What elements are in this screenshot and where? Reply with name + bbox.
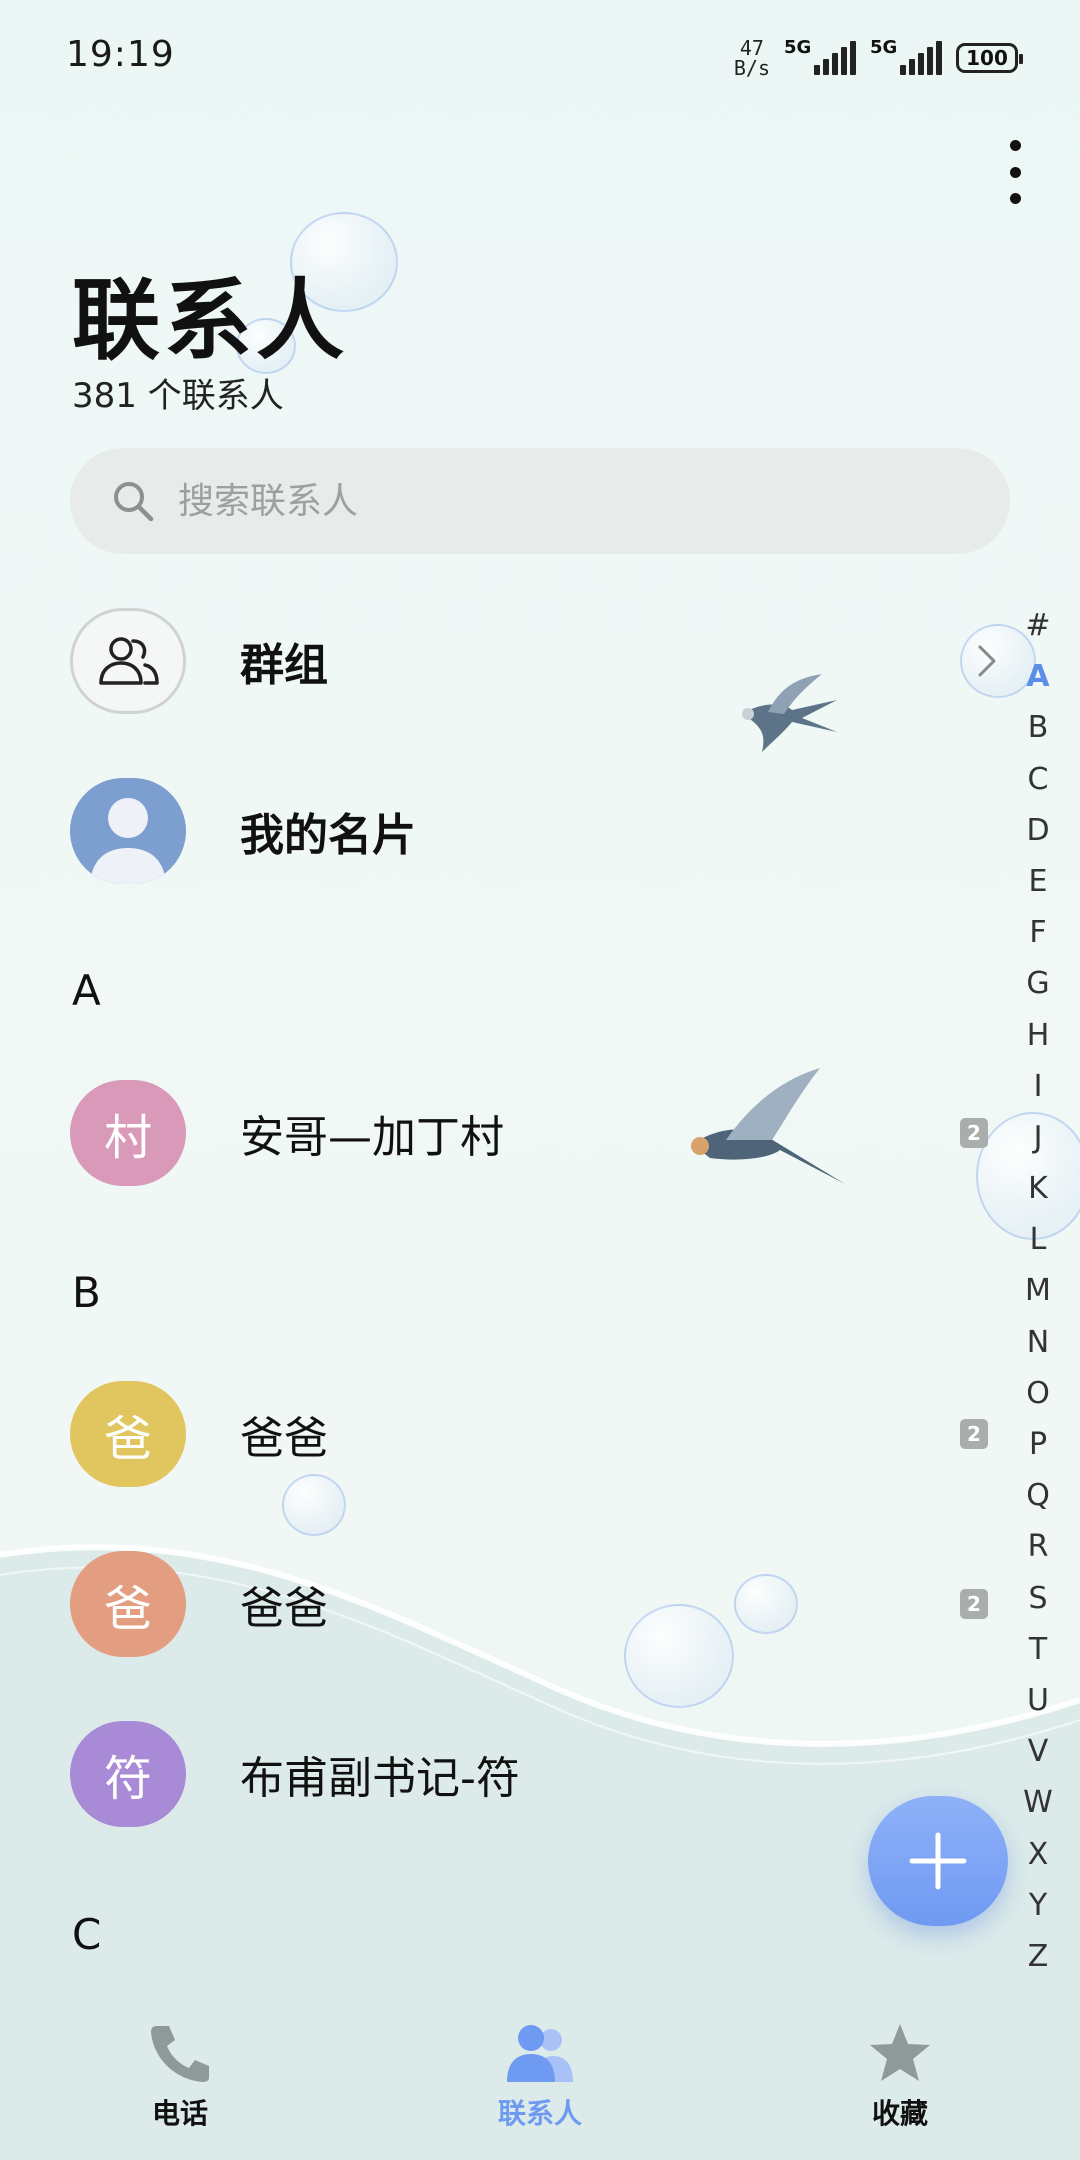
contact-row[interactable]: 爸 爸爸 — [0, 1369, 1010, 1499]
section-header-b: B — [72, 1268, 101, 1317]
groups-row[interactable]: 群组 — [0, 596, 1010, 726]
contact-name: 爸爸 — [240, 1583, 328, 1634]
index-letter[interactable]: N — [1027, 1317, 1049, 1368]
phone-icon — [151, 2026, 209, 2082]
index-letter[interactable]: G — [1026, 958, 1049, 1009]
sim-badge: 2 — [960, 1419, 988, 1449]
my-card-label: 我的名片 — [240, 810, 416, 861]
section-header-c: C — [72, 1910, 102, 1959]
section-header-a: A — [72, 966, 101, 1015]
index-letter[interactable]: U — [1027, 1675, 1049, 1726]
star-icon — [870, 2024, 930, 2081]
my-card-row[interactable]: 我的名片 — [0, 766, 1010, 896]
contact-row[interactable]: 村 安哥—加丁村 — [0, 1068, 1010, 1198]
search-icon — [114, 482, 154, 522]
tab-contacts[interactable]: 联系人 — [360, 2000, 720, 2160]
tab-favorites[interactable]: 收藏 — [720, 2000, 1080, 2160]
index-letter[interactable]: M — [1025, 1265, 1051, 1316]
index-letter[interactable]: V — [1028, 1726, 1049, 1777]
search-input[interactable] — [176, 479, 940, 523]
tab-favorites-label: 收藏 — [871, 2097, 928, 2130]
plus-icon — [909, 1832, 967, 1890]
index-letter[interactable]: D — [1026, 805, 1049, 856]
groups-label: 群组 — [240, 640, 328, 691]
index-letter[interactable]: R — [1028, 1521, 1049, 1572]
sim-badge: 2 — [960, 1589, 988, 1619]
status-icons: 47 B/s 5G 5G 100 — [733, 36, 1023, 80]
network-speed: 47 B/s — [733, 36, 770, 80]
index-letter[interactable]: F — [1029, 907, 1046, 958]
index-letter[interactable]: # — [1025, 600, 1050, 651]
index-letter[interactable]: X — [1028, 1829, 1049, 1880]
person-icon — [70, 778, 186, 884]
group-icon — [70, 608, 186, 714]
status-time: 19:19 — [66, 34, 175, 75]
tab-phone[interactable]: 电话 — [0, 2000, 360, 2160]
contact-avatar: 符 — [70, 1721, 186, 1827]
search-bar[interactable] — [70, 448, 1010, 554]
sim2-signal-icon: 5G — [870, 37, 942, 75]
page-title: 联系人 — [72, 269, 349, 372]
index-letter[interactable]: T — [1029, 1624, 1047, 1675]
index-letter[interactable]: Q — [1026, 1470, 1050, 1521]
tab-phone-label: 电话 — [151, 2097, 208, 2130]
index-letter[interactable]: J — [1034, 1112, 1043, 1163]
index-letter[interactable]: S — [1028, 1573, 1047, 1624]
index-letter[interactable]: O — [1026, 1368, 1050, 1419]
battery-icon: 100 — [956, 43, 1023, 73]
alphabet-index[interactable]: # A B C D E F G H I J K L M N O P Q R S T U V W X Y Z — [1008, 600, 1068, 1982]
index-letter[interactable]: K — [1028, 1163, 1048, 1214]
contact-count: 381 个联系人 — [72, 376, 284, 416]
bottom-navigation: 电话 联系人 收藏 — [0, 2000, 1080, 2160]
index-letter[interactable]: H — [1027, 1010, 1050, 1061]
index-letter[interactable]: B — [1028, 702, 1049, 753]
index-letter[interactable]: P — [1029, 1419, 1047, 1470]
contact-name: 安哥—加丁村 — [240, 1112, 504, 1163]
add-contact-button[interactable] — [868, 1796, 1008, 1926]
more-vertical-icon[interactable] — [1000, 140, 1030, 204]
contact-row[interactable]: 符 布甫副书记-符 — [0, 1709, 1010, 1839]
index-letter[interactable]: I — [1034, 1061, 1043, 1112]
sim-badge: 2 — [960, 1118, 988, 1148]
contact-avatar: 爸 — [70, 1551, 186, 1657]
contact-name: 爸爸 — [240, 1413, 328, 1464]
contact-row[interactable]: 爸 爸爸 — [0, 1539, 1010, 1669]
index-letter[interactable]: W — [1023, 1777, 1053, 1828]
index-letter[interactable]: A — [1026, 651, 1049, 702]
tab-contacts-label: 联系人 — [497, 2097, 582, 2130]
index-letter[interactable]: Z — [1028, 1931, 1049, 1982]
index-letter[interactable]: E — [1029, 856, 1048, 907]
contact-name: 布甫副书记-符 — [240, 1753, 520, 1804]
contact-avatar: 村 — [70, 1080, 186, 1186]
contacts-icon — [507, 2025, 573, 2082]
index-letter[interactable]: L — [1030, 1214, 1047, 1265]
sim1-signal-icon: 5G — [784, 37, 856, 75]
index-letter[interactable]: C — [1028, 754, 1049, 805]
index-letter[interactable]: Y — [1029, 1880, 1047, 1931]
contact-avatar: 爸 — [70, 1381, 186, 1487]
